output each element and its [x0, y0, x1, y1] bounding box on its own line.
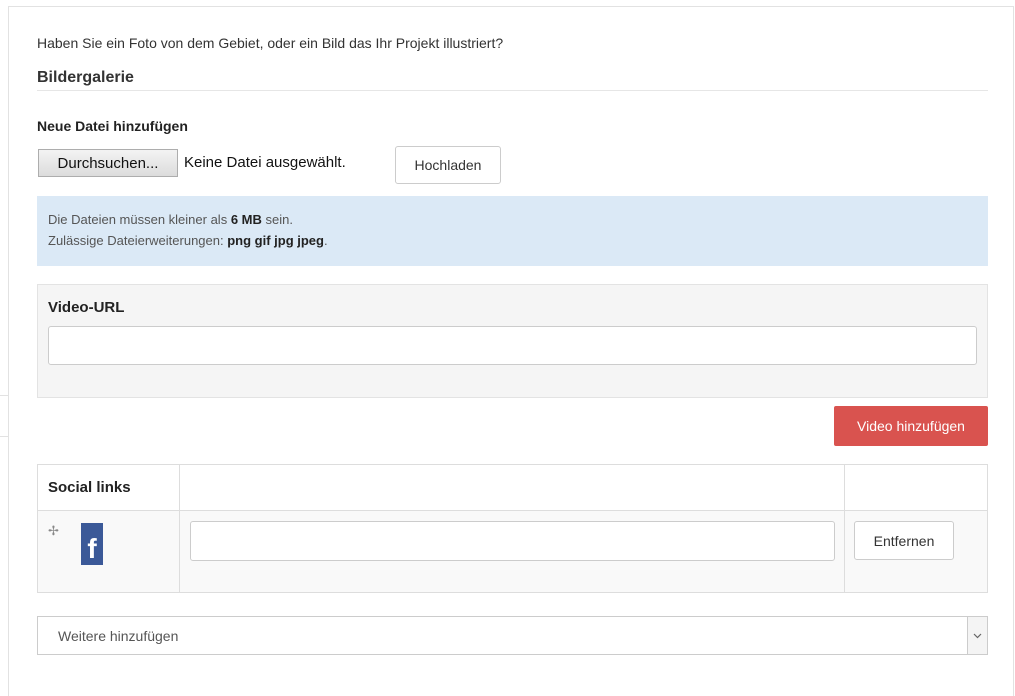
file-info-box: Die Dateien müssen kleiner als 6 MB sein…: [37, 196, 988, 266]
gallery-title: Bildergalerie: [37, 69, 134, 86]
social-link-input[interactable]: [190, 521, 835, 561]
facebook-icon: f: [81, 523, 103, 565]
video-url-panel: Video-URL: [37, 284, 988, 398]
new-file-label: Neue Datei hinzufügen: [37, 118, 188, 134]
table-divider: [844, 465, 845, 592]
video-url-input[interactable]: [48, 326, 977, 365]
social-links-table: Social links ✢ f Entfernen: [37, 464, 988, 593]
table-divider: [179, 465, 180, 592]
remove-button[interactable]: Entfernen: [854, 521, 954, 560]
chevron-down-icon[interactable]: [967, 617, 987, 654]
add-video-button[interactable]: Video hinzufügen: [834, 406, 988, 446]
intro-text: Haben Sie ein Foto von dem Gebiet, oder …: [37, 35, 504, 51]
upload-button[interactable]: Hochladen: [395, 146, 501, 184]
file-size-info: Die Dateien müssen kleiner als 6 MB sein…: [48, 212, 293, 227]
browse-button[interactable]: Durchsuchen...: [38, 149, 178, 177]
divider: [0, 436, 9, 437]
drag-handle-icon[interactable]: ✢: [48, 524, 59, 537]
divider: [0, 395, 9, 396]
social-links-header: Social links: [48, 479, 131, 496]
file-extensions-info: Zulässige Dateierweiterungen: png gif jp…: [48, 233, 328, 248]
gallery-divider: [37, 90, 988, 91]
add-more-select[interactable]: Weitere hinzufügen: [37, 616, 988, 655]
no-file-text: Keine Datei ausgewählt.: [184, 154, 346, 171]
add-more-select-value: Weitere hinzufügen: [58, 628, 179, 644]
video-url-label: Video-URL: [48, 299, 125, 316]
